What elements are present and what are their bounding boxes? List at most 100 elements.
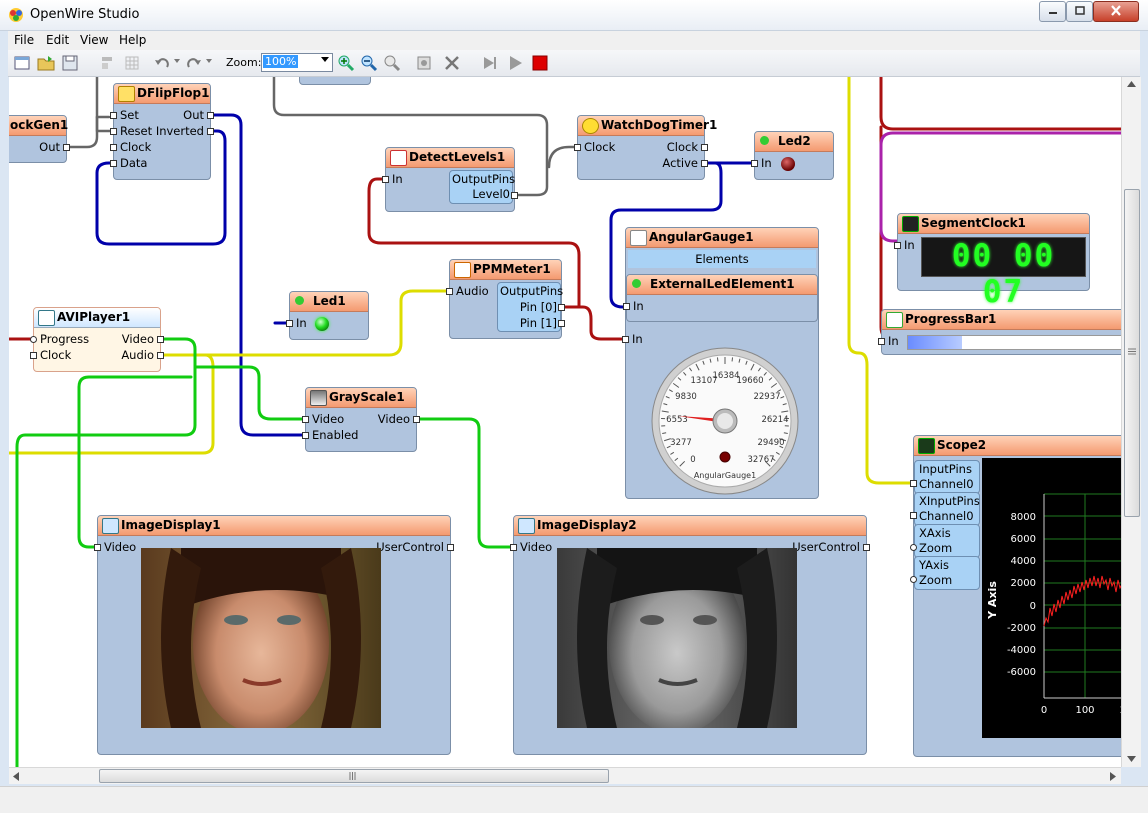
- input-pin[interactable]: [302, 432, 309, 439]
- redo-dropdown-icon[interactable]: [206, 59, 212, 63]
- zoom-out-icon[interactable]: [359, 53, 379, 73]
- input-pin[interactable]: [910, 512, 917, 519]
- menu-help[interactable]: Help: [119, 33, 146, 47]
- input-pin[interactable]: [286, 320, 293, 327]
- pin-label: Enabled: [312, 428, 358, 442]
- input-pin[interactable]: [382, 176, 389, 183]
- component-watchdog[interactable]: WatchDogTimer1 Clock Clock Active: [577, 115, 705, 180]
- output-pin[interactable]: [701, 144, 708, 151]
- component-partial[interactable]: [299, 77, 371, 85]
- step-icon[interactable]: [480, 53, 500, 73]
- output-pin[interactable]: [511, 192, 518, 199]
- component-imagedisplay2[interactable]: ImageDisplay2 Video UserControl: [513, 515, 867, 755]
- component-ppmmeter[interactable]: PPMMeter1 Audio OutputPins Pin [0] Pin […: [449, 259, 562, 339]
- menu-edit[interactable]: Edit: [46, 33, 69, 47]
- close-button[interactable]: [1093, 1, 1139, 22]
- scroll-right-icon[interactable]: [1110, 772, 1116, 781]
- vertical-scrollbar[interactable]: [1121, 77, 1141, 767]
- stop-icon[interactable]: [530, 53, 550, 73]
- output-pin[interactable]: [558, 304, 565, 311]
- avi-icon: [38, 310, 55, 326]
- input-pin[interactable]: [94, 544, 101, 551]
- horizontal-scrollbar[interactable]: [9, 767, 1121, 784]
- component-aviplayer[interactable]: AVIPlayer1 Progress Clock Video Audio: [33, 307, 161, 372]
- horizontal-scroll-thumb[interactable]: [99, 769, 609, 783]
- component-detectlevels[interactable]: DetectLevels1 In OutputPins Level0: [385, 147, 515, 212]
- input-pin[interactable]: [110, 128, 117, 135]
- component-led2[interactable]: Led2 In: [754, 131, 834, 180]
- input-pin[interactable]: [910, 480, 917, 487]
- new-icon[interactable]: [12, 53, 32, 73]
- input-pin[interactable]: [751, 160, 758, 167]
- component-title: WatchDogTimer1: [601, 118, 717, 132]
- output-pin[interactable]: [413, 416, 420, 423]
- component-scope[interactable]: Scope2 InputPins Channel0 XInputPins Cha…: [913, 435, 1121, 757]
- led-indicator: [781, 157, 795, 171]
- pin-label: In: [761, 156, 772, 170]
- output-pin[interactable]: [157, 336, 164, 343]
- component-segmentclock[interactable]: SegmentClock1 In 00 00 07: [897, 213, 1090, 291]
- zoom-select[interactable]: 100%: [261, 53, 333, 72]
- save-icon[interactable]: [60, 53, 80, 73]
- pin-label: Level0: [472, 187, 510, 201]
- properties-icon[interactable]: [414, 53, 434, 73]
- design-canvas[interactable]: ockGen1 Out DFlipFlop1 Set Reset Clock D…: [9, 77, 1121, 767]
- input-pin[interactable]: [510, 544, 517, 551]
- undo-dropdown-icon[interactable]: [174, 59, 180, 63]
- input-pin[interactable]: [574, 144, 581, 151]
- scroll-down-icon[interactable]: [1127, 756, 1136, 762]
- input-pin[interactable]: [622, 336, 629, 343]
- input-pin[interactable]: [110, 112, 117, 119]
- grid-icon[interactable]: [122, 53, 142, 73]
- gauge-tick-label: 29490: [757, 438, 784, 448]
- output-pin[interactable]: [207, 112, 214, 119]
- input-pin[interactable]: [446, 288, 453, 295]
- menu-view[interactable]: View: [80, 33, 108, 47]
- output-pin[interactable]: [863, 544, 870, 551]
- zoom-in-icon[interactable]: [336, 53, 356, 73]
- redo-icon[interactable]: [184, 53, 204, 73]
- run-icon[interactable]: [505, 53, 525, 73]
- component-externalled[interactable]: ExternalLedElement1 In: [626, 274, 818, 322]
- pin-label: Zoom: [919, 573, 952, 587]
- output-pin[interactable]: [447, 544, 454, 551]
- component-progressbar[interactable]: ProgressBar1 In: [881, 309, 1121, 355]
- input-pin[interactable]: [302, 416, 309, 423]
- pin-label: Video: [520, 540, 552, 554]
- input-pin[interactable]: [894, 242, 901, 249]
- input-pin[interactable]: [110, 160, 117, 167]
- input-pin[interactable]: [30, 352, 37, 359]
- input-pin[interactable]: [910, 576, 917, 583]
- input-pin[interactable]: [878, 338, 885, 345]
- input-pin[interactable]: [910, 544, 917, 551]
- component-clockgen[interactable]: ockGen1 Out: [9, 115, 67, 163]
- open-icon[interactable]: [36, 53, 56, 73]
- component-imagedisplay1[interactable]: ImageDisplay1 Video UserControl: [97, 515, 451, 755]
- output-pin[interactable]: [701, 160, 708, 167]
- output-pin[interactable]: [157, 352, 164, 359]
- component-title: ImageDisplay2: [537, 518, 637, 532]
- scroll-left-icon[interactable]: [13, 772, 19, 781]
- input-pin[interactable]: [623, 303, 630, 310]
- output-pin[interactable]: [207, 128, 214, 135]
- menu-file[interactable]: File: [14, 33, 34, 47]
- undo-icon[interactable]: [152, 53, 172, 73]
- component-angulargauge[interactable]: AngularGauge1 Elements ExternalLedElemen…: [625, 227, 819, 499]
- output-pin[interactable]: [558, 320, 565, 327]
- minimize-button[interactable]: [1039, 1, 1066, 22]
- component-led1[interactable]: Led1 In: [289, 291, 369, 340]
- component-grayscale[interactable]: GrayScale1 Video Enabled Video: [305, 387, 417, 452]
- maximize-button[interactable]: [1066, 1, 1093, 22]
- gauge-tick-label: 9830: [675, 392, 697, 402]
- vertical-scroll-thumb[interactable]: [1124, 189, 1140, 517]
- output-pin[interactable]: [63, 144, 70, 151]
- align-icon[interactable]: [98, 53, 118, 73]
- scroll-up-icon[interactable]: [1127, 81, 1136, 87]
- component-dflipflop[interactable]: DFlipFlop1 Set Reset Clock Data Out Inve…: [113, 83, 211, 180]
- input-pin[interactable]: [110, 144, 117, 151]
- wire-red-gauge: [563, 307, 625, 339]
- zoom-fit-icon[interactable]: [382, 53, 402, 73]
- delete-icon[interactable]: [442, 53, 462, 73]
- input-pin[interactable]: [30, 336, 37, 343]
- pin-label: UserControl: [376, 540, 444, 554]
